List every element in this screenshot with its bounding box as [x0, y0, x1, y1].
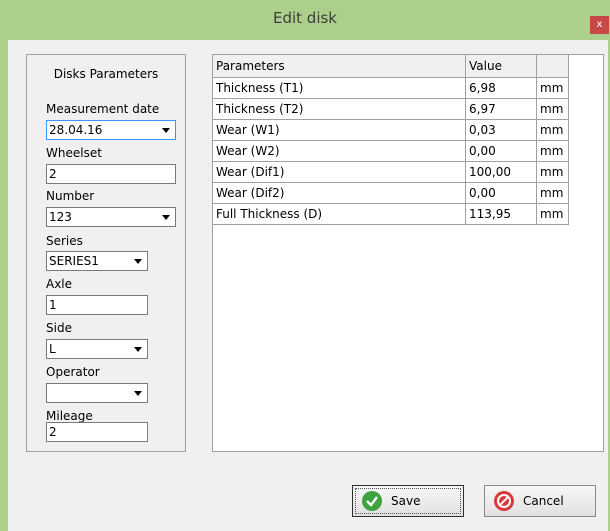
title-bar[interactable]: Edit disk x — [0, 0, 610, 40]
parameters-table: Parameters Value Thickness (T1) 6,98 mm … — [213, 55, 569, 225]
operator-select[interactable] — [46, 383, 148, 403]
parameter-cell: Thickness (T2) — [213, 98, 466, 120]
wheelset-label: Wheelset — [46, 146, 102, 160]
cancel-button[interactable]: Cancel — [484, 485, 596, 517]
value-cell[interactable]: 0,03 — [465, 119, 537, 141]
mileage-field[interactable]: 2 — [46, 422, 148, 442]
mileage-label: Mileage — [46, 409, 93, 423]
operator-label: Operator — [46, 365, 100, 379]
unit-cell: mm — [536, 203, 569, 225]
unit-cell: mm — [536, 182, 569, 204]
parameter-cell: Wear (Dif2) — [213, 182, 466, 204]
column-header-unit[interactable] — [536, 55, 569, 78]
mileage-value: 2 — [49, 425, 57, 439]
disks-parameters-panel: Disks Parameters Measurement date 28.04.… — [26, 54, 186, 452]
value-cell[interactable]: 100,00 — [465, 161, 537, 183]
parameter-cell: Wear (W1) — [213, 119, 466, 141]
value-cell[interactable]: 6,97 — [465, 98, 537, 120]
axle-value: 1 — [49, 298, 57, 312]
no-entry-icon — [494, 491, 514, 511]
edit-disk-window: Edit disk x Disks Parameters Measurement… — [0, 0, 610, 531]
column-header-value[interactable]: Value — [465, 55, 537, 78]
parameter-cell: Full Thickness (D) — [213, 203, 466, 225]
table-row[interactable]: Wear (W2) 0,00 mm — [213, 140, 569, 162]
wheelset-field[interactable]: 2 — [46, 164, 176, 184]
axle-label: Axle — [46, 277, 73, 291]
parameter-cell: Wear (Dif1) — [213, 161, 466, 183]
value-cell[interactable]: 113,95 — [465, 203, 537, 225]
measurement-date-value: 28.04.16 — [49, 123, 103, 137]
unit-cell: mm — [536, 77, 569, 99]
unit-cell: mm — [536, 161, 569, 183]
number-label: Number — [46, 189, 95, 203]
table-header-row: Parameters Value — [213, 55, 569, 78]
table-row[interactable]: Wear (Dif2) 0,00 mm — [213, 182, 569, 204]
table-row[interactable]: Wear (W1) 0,03 mm — [213, 119, 569, 141]
measurement-date-picker[interactable]: 28.04.16 — [46, 120, 176, 140]
number-select[interactable]: 123 — [46, 207, 176, 227]
cancel-button-label: Cancel — [523, 494, 564, 508]
table-row[interactable]: Wear (Dif1) 100,00 mm — [213, 161, 569, 183]
series-label: Series — [46, 234, 83, 248]
side-label: Side — [46, 321, 72, 335]
chevron-down-icon[interactable] — [134, 391, 142, 396]
value-cell[interactable]: 0,00 — [465, 140, 537, 162]
series-select[interactable]: SERIES1 — [46, 251, 148, 271]
parameters-grid[interactable]: Parameters Value Thickness (T1) 6,98 mm … — [212, 54, 604, 452]
side-value: L — [49, 342, 56, 356]
unit-cell: mm — [536, 140, 569, 162]
panel-title: Disks Parameters — [53, 67, 159, 81]
wheelset-value: 2 — [49, 167, 57, 181]
close-button[interactable]: x — [590, 16, 609, 34]
parameter-cell: Wear (W2) — [213, 140, 466, 162]
close-icon: x — [596, 19, 603, 30]
unit-cell: mm — [536, 98, 569, 120]
column-header-parameters[interactable]: Parameters — [213, 55, 466, 78]
value-cell[interactable]: 0,00 — [465, 182, 537, 204]
chevron-down-icon[interactable] — [162, 128, 170, 133]
measurement-date-label: Measurement date — [46, 102, 160, 116]
chevron-down-icon[interactable] — [134, 259, 142, 264]
save-button[interactable]: Save — [352, 485, 464, 517]
window-title: Edit disk — [272, 9, 337, 27]
number-value: 123 — [49, 210, 72, 224]
side-select[interactable]: L — [46, 339, 148, 359]
value-cell[interactable]: 6,98 — [465, 77, 537, 99]
parameter-cell: Thickness (T1) — [213, 77, 466, 99]
table-row[interactable]: Full Thickness (D) 113,95 mm — [213, 203, 569, 225]
axle-field[interactable]: 1 — [46, 295, 148, 315]
save-button-label: Save — [391, 494, 421, 508]
table-row[interactable]: Thickness (T1) 6,98 mm — [213, 77, 569, 99]
series-value: SERIES1 — [49, 254, 99, 268]
check-icon — [362, 491, 382, 511]
chevron-down-icon[interactable] — [134, 347, 142, 352]
chevron-down-icon[interactable] — [162, 215, 170, 220]
table-row[interactable]: Thickness (T2) 6,97 mm — [213, 98, 569, 120]
unit-cell: mm — [536, 119, 569, 141]
